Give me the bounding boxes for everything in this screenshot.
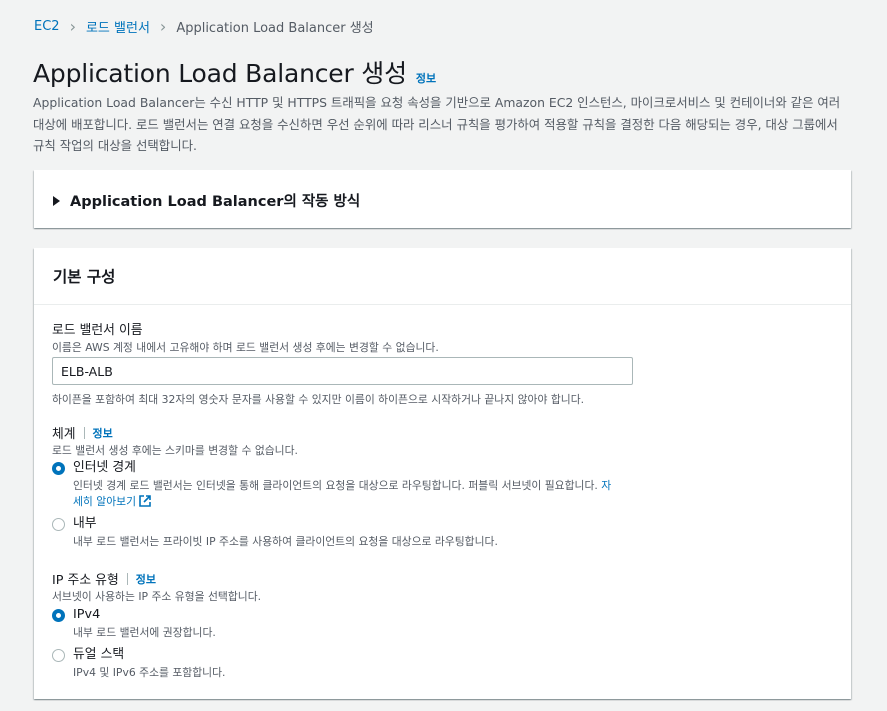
radio-description: 내부 로드 밸런서는 프라이빗 IP 주소를 사용하여 클라이언트의 요청을 대… [73, 535, 498, 548]
scheme-label: 체계 [52, 427, 76, 442]
basic-config-title: 기본 구성 [34, 248, 851, 305]
breadcrumb-current: Application Load Balancer 생성 [176, 21, 374, 36]
how-it-works-toggle[interactable]: Application Load Balancer의 작동 방식 [53, 190, 360, 211]
scheme-option-internet-facing[interactable]: 인터넷 경계 인터넷 경계 로드 밸런서는 인터넷을 통해 클라이언트의 요청을… [52, 459, 621, 510]
lb-name-input[interactable] [52, 357, 633, 385]
lb-name-description: 이름은 AWS 계정 내에서 고유해야 하며 로드 밸런서 생성 후에는 변경할… [52, 341, 439, 354]
ip-option-ipv4[interactable]: IPv4 내부 로드 밸런서에 권장합니다. [52, 606, 216, 641]
radio-unselected-icon[interactable] [52, 518, 65, 531]
ip-type-label: IP 주소 유형 [52, 573, 119, 588]
breadcrumb-ec2-link[interactable]: EC2 [34, 19, 60, 34]
how-it-works-panel: Application Load Balancer의 작동 방식 [34, 170, 851, 228]
ip-type-info-link[interactable]: 정보 [136, 571, 156, 587]
divider [126, 572, 128, 585]
radio-label: 인터넷 경계 [73, 460, 136, 475]
lb-name-label: 로드 밸런서 이름 [52, 323, 143, 338]
chevron-right-icon: › [159, 16, 167, 36]
radio-label: IPv4 [73, 607, 101, 622]
radio-description: 내부 로드 밸런서에 권장합니다. [73, 626, 216, 639]
page-title: Application Load Balancer 생성 [33, 59, 407, 88]
how-it-works-title: Application Load Balancer의 작동 방식 [70, 194, 361, 210]
divider [83, 426, 85, 439]
ip-type-label-row: IP 주소 유형 정보 [52, 569, 156, 588]
scheme-info-link[interactable]: 정보 [93, 425, 113, 441]
breadcrumb: EC2 › 로드 밸런서 › Application Load Balancer… [34, 17, 374, 36]
radio-selected-icon[interactable] [52, 609, 65, 622]
page-header: Application Load Balancer 생성 정보 [33, 54, 436, 90]
scheme-label-row: 체계 정보 [52, 423, 113, 442]
breadcrumb-load-balancers-link[interactable]: 로드 밸런서 [86, 17, 150, 36]
basic-config-panel: 기본 구성 로드 밸런서 이름 이름은 AWS 계정 내에서 고유해야 하며 로… [34, 248, 851, 699]
scheme-description: 로드 밸런서 생성 후에는 스키마를 변경할 수 없습니다. [52, 444, 298, 457]
radio-unselected-icon[interactable] [52, 649, 65, 662]
external-link-icon[interactable] [139, 495, 151, 507]
radio-selected-icon[interactable] [52, 462, 65, 475]
radio-description: IPv4 및 IPv6 주소를 포함합니다. [73, 666, 226, 679]
caret-right-icon [53, 195, 60, 206]
scheme-option-internal[interactable]: 내부 내부 로드 밸런서는 프라이빗 IP 주소를 사용하여 클라이언트의 요청… [52, 515, 498, 550]
ip-option-dualstack[interactable]: 듀얼 스택 IPv4 및 IPv6 주소를 포함합니다. [52, 646, 225, 681]
radio-description: 인터넷 경계 로드 밸런서는 인터넷을 통해 클라이언트의 요청을 대상으로 라… [73, 478, 621, 510]
chevron-right-icon: › [69, 16, 76, 36]
radio-label: 내부 [73, 516, 97, 531]
page-info-link[interactable]: 정보 [416, 70, 436, 86]
ip-type-description: 서브넷이 사용하는 IP 주소 유형을 선택합니다. [52, 590, 262, 603]
lb-name-constraint: 하이픈을 포함하여 최대 32자의 영숫자 문자를 사용할 수 있지만 이름이 … [52, 393, 585, 406]
page-description: Application Load Balancer는 수신 HTTP 및 HTT… [33, 95, 841, 153]
radio-label: 듀얼 스택 [73, 647, 125, 662]
internet-facing-desc: 인터넷 경계 로드 밸런서는 인터넷을 통해 클라이언트의 요청을 대상으로 라… [73, 479, 598, 492]
